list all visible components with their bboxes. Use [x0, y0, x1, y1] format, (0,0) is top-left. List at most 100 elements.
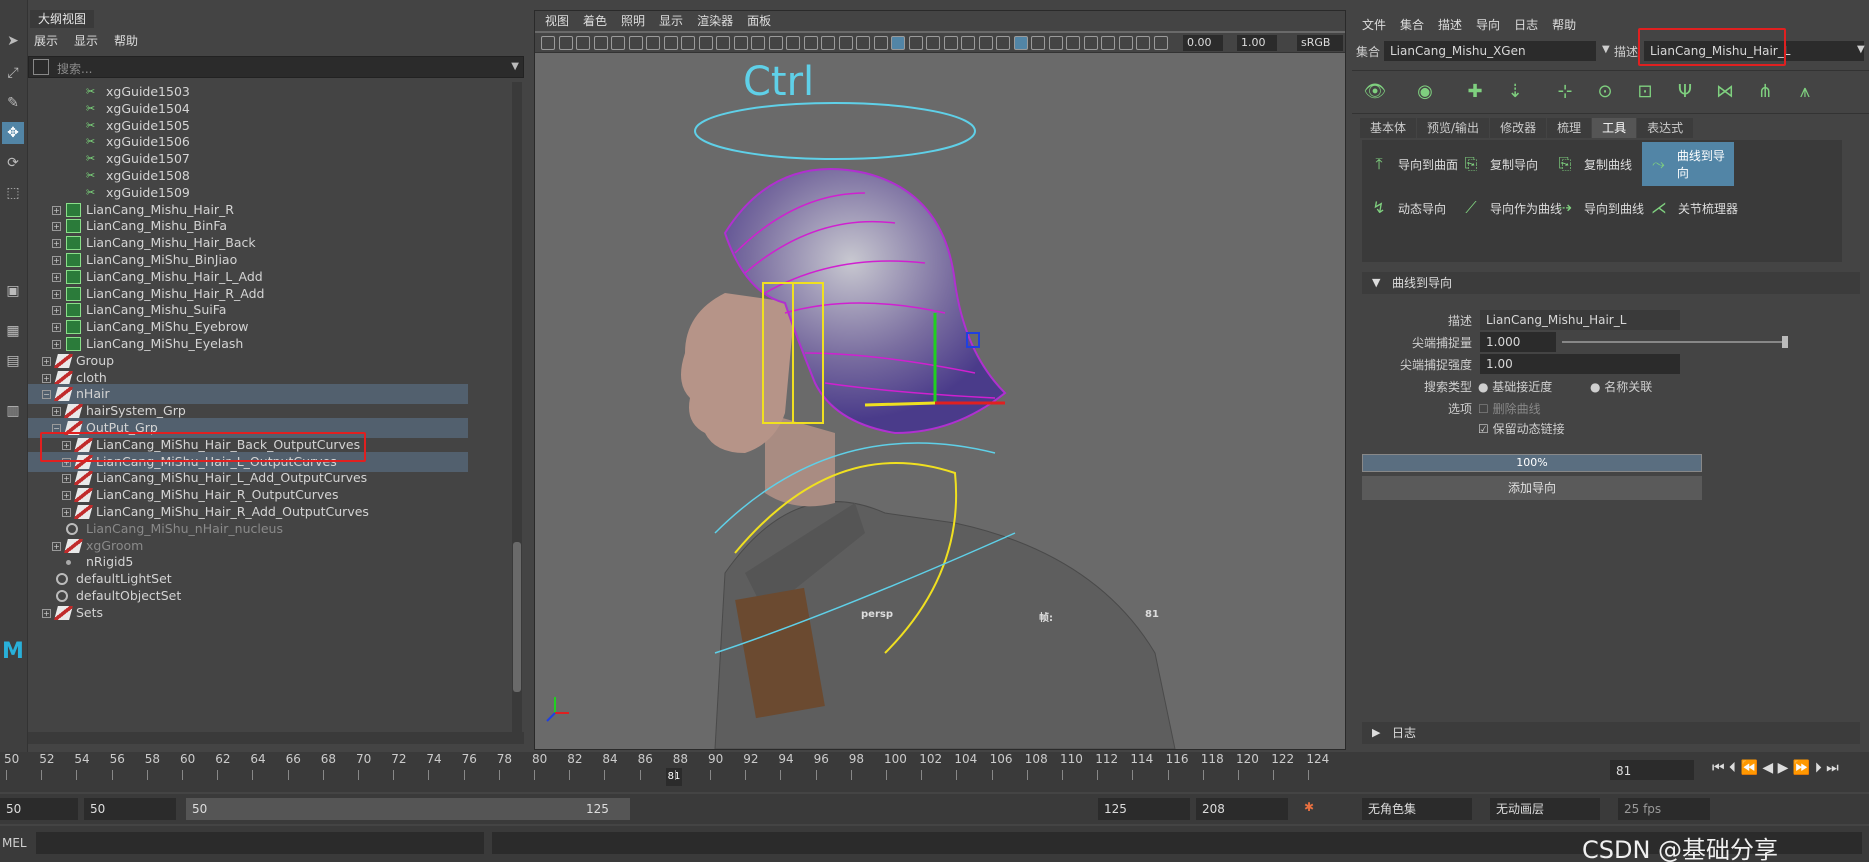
- move-tool-icon[interactable]: ✥: [2, 122, 24, 144]
- viewport-tool-icon[interactable]: [803, 36, 818, 50]
- outliner-hscroll[interactable]: [28, 732, 524, 744]
- viewport-tool-icon[interactable]: [786, 36, 800, 50]
- radio-proximity[interactable]: ● 基础接近度: [1478, 378, 1552, 395]
- viewport-tool-icon[interactable]: [1048, 36, 1063, 50]
- menu-help[interactable]: 帮助: [114, 32, 138, 49]
- expand-toggle-icon[interactable]: +: [62, 508, 71, 517]
- viewport-tool-icon[interactable]: [751, 36, 765, 50]
- expand-toggle-icon[interactable]: +: [62, 474, 71, 484]
- slider-handle[interactable]: [1782, 336, 1788, 348]
- select-tool-icon[interactable]: ➤: [2, 30, 24, 52]
- guide-grass-icon[interactable]: ⩚: [1792, 79, 1818, 105]
- expand-toggle-icon[interactable]: +: [42, 356, 51, 366]
- viewport-tool-icon[interactable]: [1118, 36, 1133, 50]
- expand-toggle-icon[interactable]: +: [52, 340, 61, 349]
- tab-modifiers[interactable]: 修改器: [1490, 118, 1547, 138]
- viewport-tool-icon[interactable]: [733, 36, 748, 50]
- xg-menu-file[interactable]: 文件: [1362, 16, 1386, 33]
- expand-toggle-icon[interactable]: +: [52, 407, 61, 417]
- snap-amount-slider[interactable]: [1562, 341, 1788, 343]
- expand-toggle-icon[interactable]: +: [52, 239, 61, 249]
- viewport-tool-icon[interactable]: [978, 36, 993, 50]
- scale-tool-icon[interactable]: ⬚: [2, 182, 24, 204]
- viewport-tool-icon[interactable]: [1083, 36, 1098, 50]
- add-guide-icon[interactable]: ✚: [1462, 79, 1488, 105]
- tool-guides-to-curves[interactable]: ⇢ 导向到曲线: [1548, 186, 1656, 230]
- xg-menu-log[interactable]: 日志: [1514, 16, 1538, 33]
- tool-copy-curves[interactable]: ⎘ 复制曲线: [1548, 142, 1656, 186]
- viewport-tool-icon[interactable]: [681, 36, 695, 50]
- outliner-vscroll[interactable]: [512, 82, 522, 732]
- viewport-tool-icon[interactable]: [838, 36, 853, 50]
- viewport-tool-icon[interactable]: [1153, 36, 1168, 50]
- viewport-tool-icon[interactable]: [821, 36, 835, 50]
- outliner-row[interactable]: + Sets: [28, 603, 468, 623]
- character-set-select[interactable]: 无角色集: [1362, 798, 1472, 820]
- current-frame-field[interactable]: 81: [1610, 760, 1694, 780]
- expand-toggle-icon[interactable]: +: [52, 272, 61, 282]
- viewport-tool-icon[interactable]: [1031, 36, 1045, 50]
- vp-menu-view[interactable]: 视图: [545, 11, 569, 31]
- outliner-tab[interactable]: 大纲视图: [30, 10, 95, 28]
- expand-toggle-icon[interactable]: +: [52, 256, 61, 265]
- keep-dynamic-checkbox[interactable]: ☑ 保留动态链接: [1478, 420, 1565, 437]
- viewport-tool-icon[interactable]: [698, 36, 713, 50]
- tab-primitives[interactable]: 基本体: [1360, 118, 1417, 138]
- viewport-tool-icon[interactable]: [926, 36, 940, 50]
- range-bar[interactable]: 50 125: [186, 798, 630, 820]
- menu-display[interactable]: 展示: [34, 32, 58, 49]
- guide-down-icon[interactable]: ⇣: [1502, 79, 1528, 105]
- guide-fan-icon[interactable]: ⋔: [1752, 79, 1778, 105]
- xg-menu-collection[interactable]: 集合: [1400, 16, 1424, 33]
- gamma-field[interactable]: 1.00: [1237, 35, 1277, 51]
- delete-curves-checkbox[interactable]: ☐ 删除曲线: [1478, 400, 1541, 417]
- tab-preview-output[interactable]: 预览/输出: [1417, 118, 1490, 138]
- auto-key-icon[interactable]: ✱: [1304, 800, 1314, 814]
- expand-toggle-icon[interactable]: −: [42, 390, 51, 400]
- expand-toggle-icon[interactable]: +: [52, 323, 61, 333]
- xg-menu-help[interactable]: 帮助: [1552, 16, 1576, 33]
- end-inner-field[interactable]: 125: [1098, 798, 1190, 820]
- expand-toggle-icon[interactable]: +: [52, 289, 61, 299]
- viewport-tool-icon[interactable]: [1101, 36, 1115, 50]
- expand-toggle-icon[interactable]: +: [42, 608, 51, 618]
- start-outer-field[interactable]: 50: [0, 798, 78, 820]
- scene-render[interactable]: Ctrl: [535, 53, 1345, 749]
- rotate-tool-icon[interactable]: ⟳: [2, 152, 24, 174]
- outliner-search[interactable]: 搜索... ▼: [28, 56, 524, 78]
- tab-grooming[interactable]: 梳理: [1547, 118, 1592, 138]
- layout-split-icon[interactable]: ▤: [2, 350, 24, 372]
- xg-menu-guides[interactable]: 导向: [1476, 16, 1500, 33]
- tool-guides-as-curves[interactable]: ⟋ 导向作为曲线: [1454, 186, 1562, 230]
- collection-select[interactable]: LianCang_Mishu_XGen: [1384, 41, 1596, 61]
- expand-toggle-icon[interactable]: +: [52, 205, 61, 215]
- visibility-eye-icon[interactable]: 👁: [1362, 79, 1388, 105]
- filter-icon[interactable]: [33, 59, 49, 75]
- viewport-tool-icon[interactable]: [996, 36, 1010, 50]
- viewport-tool-icon[interactable]: [943, 36, 958, 50]
- radio-name[interactable]: ● 名称关联: [1590, 378, 1652, 395]
- viewport-tool-icon[interactable]: [1066, 36, 1080, 50]
- chevron-down-icon[interactable]: ▼: [1602, 44, 1610, 55]
- guide-plus-icon[interactable]: ⊹: [1552, 79, 1578, 105]
- vp-menu-panels[interactable]: 面板: [747, 11, 771, 31]
- anim-layer-select[interactable]: 无动画层: [1490, 798, 1600, 820]
- chevron-down-icon[interactable]: ▼: [1857, 44, 1865, 55]
- tab-utilities[interactable]: 工具: [1592, 118, 1637, 138]
- layout-outliner-icon[interactable]: ▥: [2, 400, 24, 422]
- viewport-tool-icon[interactable]: [541, 36, 555, 50]
- viewport-tool-icon[interactable]: [663, 36, 678, 50]
- paint-tool-icon[interactable]: ✎: [2, 92, 24, 114]
- viewport-tool-icon[interactable]: [646, 36, 660, 50]
- hide-eye-icon[interactable]: ◉: [1412, 79, 1438, 105]
- vp-menu-lighting[interactable]: 照明: [621, 11, 645, 31]
- guide-eye-icon[interactable]: ⊙: [1592, 79, 1618, 105]
- snap-amount-field[interactable]: 1.000: [1480, 332, 1556, 352]
- start-inner-field[interactable]: 50: [84, 798, 176, 820]
- add-guides-button[interactable]: 添加导向: [1362, 476, 1702, 500]
- section-curves-to-guides[interactable]: ▼ 曲线到导向: [1362, 272, 1860, 294]
- viewport-tool-icon[interactable]: [558, 36, 573, 50]
- guide-comb-icon[interactable]: Ψ: [1672, 79, 1698, 105]
- lasso-tool-icon[interactable]: ⤢: [2, 62, 24, 84]
- viewport-tool-icon[interactable]: [576, 36, 590, 50]
